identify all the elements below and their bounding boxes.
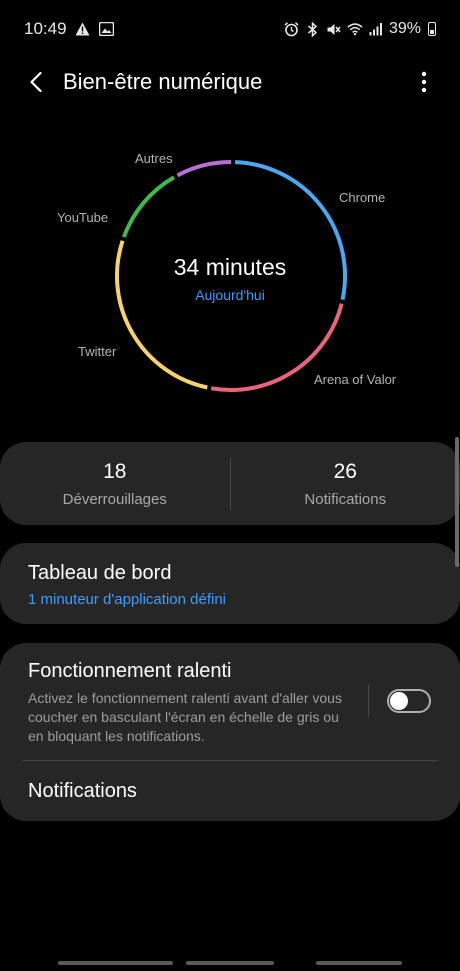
chart-label-autres: Autres [135, 151, 173, 166]
bluetooth-icon [305, 21, 321, 37]
nav-back-button[interactable] [316, 961, 402, 965]
back-button[interactable] [12, 58, 60, 106]
wind-down-toggle[interactable] [387, 689, 431, 713]
dashboard-title: Tableau de bord [28, 562, 172, 584]
donut-center: 34 minutes Aujourd'hui [130, 254, 330, 303]
notifications-count: 26 [333, 459, 357, 483]
app-bar: Bien-être numérique [0, 58, 460, 106]
nav-recents-button[interactable] [58, 961, 173, 965]
more-vert-icon [421, 71, 427, 93]
settings-card: Fonctionnement ralenti Activez le foncti… [0, 643, 460, 821]
wind-down-title: Fonctionnement ralenti [28, 660, 232, 682]
notifications-label: Notifications [304, 490, 387, 508]
status-right: 39% [284, 20, 436, 38]
battery-icon [428, 22, 436, 36]
warning-icon [75, 21, 91, 37]
usage-donut-chart[interactable]: Autres Chrome YouTube Twitter Arena of V… [0, 130, 460, 420]
back-arrow-icon [30, 71, 42, 93]
notifications-item[interactable]: Notifications [0, 763, 460, 819]
wind-down-description: Activez le fonctionnement ralenti avant … [28, 690, 342, 744]
unlocks-stat[interactable]: 18 Déverrouillages [0, 460, 230, 508]
settings-divider [22, 760, 438, 761]
dashboard-subtitle: 1 minuteur d'application défini [28, 591, 226, 608]
chart-label-arena-of-valor: Arena of Valor [314, 372, 397, 387]
chart-label-chrome: Chrome [339, 190, 386, 205]
donut-segment-autres [176, 160, 232, 178]
battery-percent: 39% [388, 20, 421, 37]
unlocks-count: 18 [103, 459, 127, 483]
notifications-title: Notifications [28, 780, 137, 802]
total-usage-time: 34 minutes [173, 254, 287, 280]
more-options-button[interactable] [404, 58, 444, 106]
page-title: Bien-être numérique [63, 69, 263, 94]
unlocks-label: Déverrouillages [62, 490, 167, 508]
scrollbar[interactable] [455, 437, 459, 567]
image-icon [99, 21, 115, 37]
donut-segment-youtube [121, 175, 176, 238]
status-left: 10:49 [24, 19, 115, 39]
chart-label-twitter: Twitter [78, 344, 117, 359]
wifi-icon [347, 21, 363, 37]
notifications-stat[interactable]: 26 Notifications [231, 460, 460, 508]
mute-icon [326, 21, 342, 37]
stats-card: 18 Déverrouillages 26 Notifications [0, 442, 460, 525]
period-label: Aujourd'hui [195, 287, 265, 303]
alarm-icon [284, 21, 300, 37]
toggle-divider [368, 685, 369, 717]
status-time: 10:49 [24, 19, 67, 38]
navigation-bar [0, 955, 460, 971]
signal-icon [368, 21, 384, 37]
chart-label-youtube: YouTube [57, 210, 109, 225]
toggle-knob [390, 692, 408, 710]
status-bar: 10:49 39% [0, 0, 460, 58]
nav-home-button[interactable] [186, 961, 274, 965]
dashboard-item[interactable]: Tableau de bord 1 minuteur d'application… [0, 543, 460, 624]
